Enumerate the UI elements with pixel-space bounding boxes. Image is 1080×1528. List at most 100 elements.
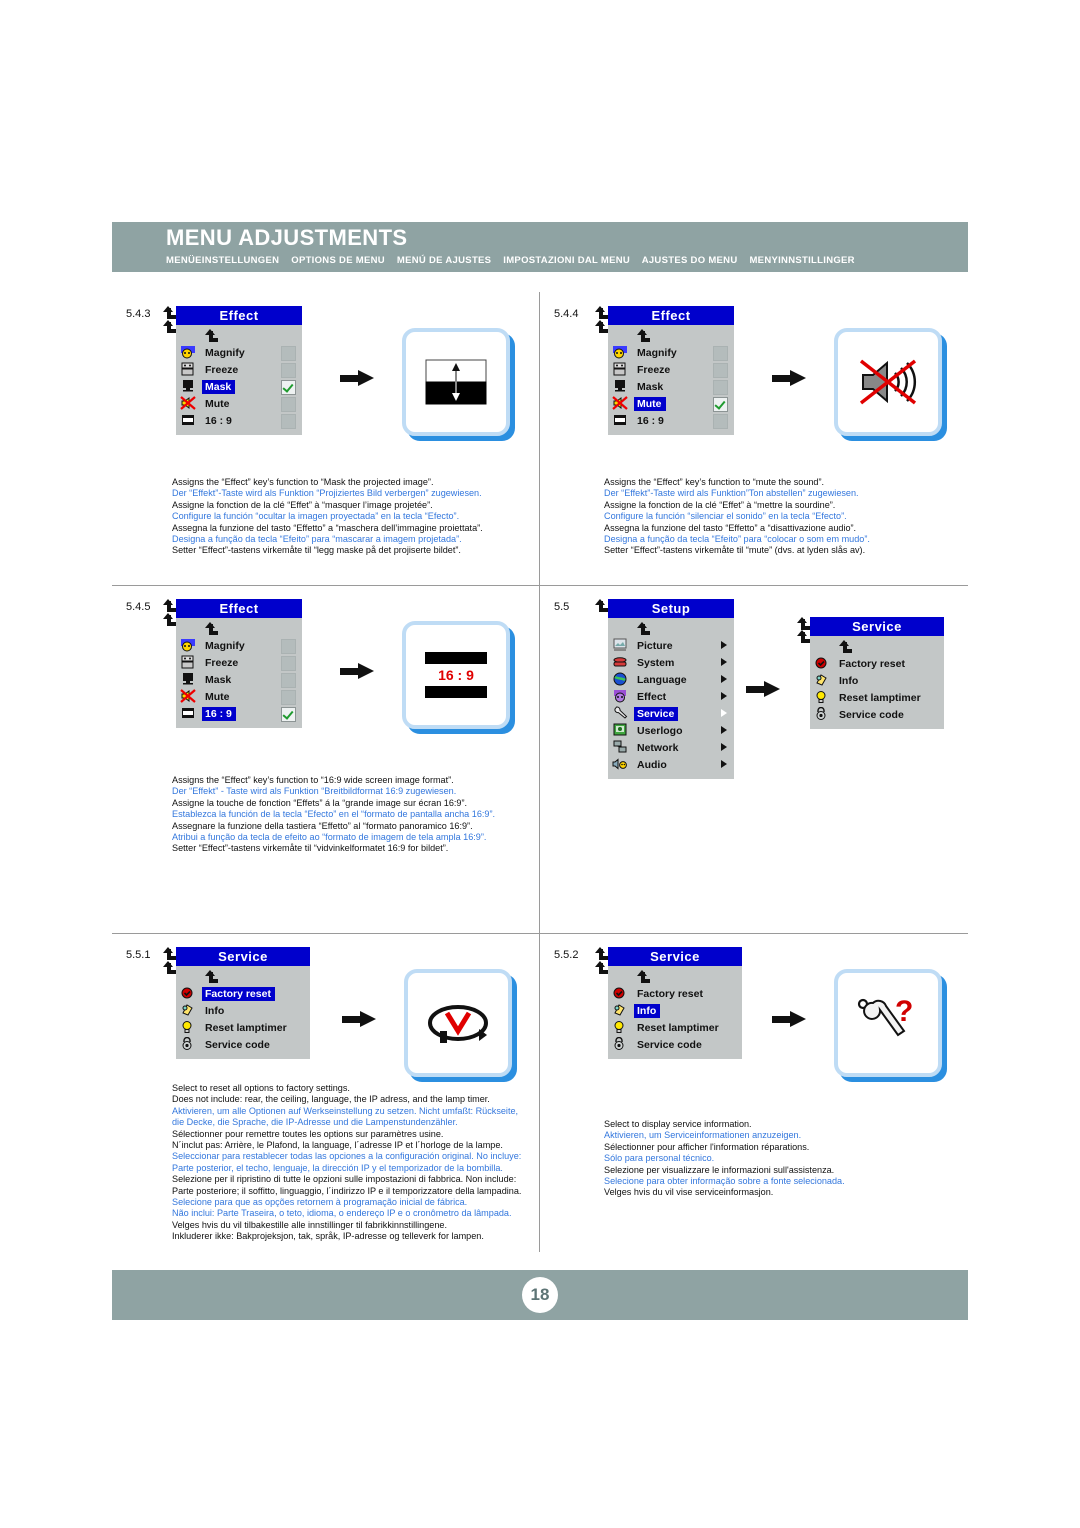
osd-back-row[interactable] bbox=[608, 620, 734, 637]
osd-item-16-9[interactable]: 16 : 9 bbox=[608, 412, 734, 429]
up-arrow-icon bbox=[636, 329, 650, 342]
osd-menu-effect[interactable]: Effect Magnify Freeze Mask Mute 16: 9 bbox=[608, 306, 734, 435]
osd-item-16-9[interactable]: 16 : 9 bbox=[176, 705, 302, 722]
osd-item-reset-lamptimer[interactable]: Reset lamptimer bbox=[608, 1019, 742, 1036]
factory-reset-icon bbox=[612, 986, 631, 1001]
flow-arrow-icon bbox=[772, 370, 806, 386]
osd-title: Service bbox=[176, 947, 310, 966]
osd-item-label: Picture bbox=[637, 639, 673, 652]
back-arrow-icon-2 bbox=[594, 320, 608, 333]
osd-checkbox[interactable] bbox=[281, 414, 296, 429]
osd-checkbox-checked[interactable] bbox=[281, 707, 296, 722]
osd-item-language[interactable]: Language bbox=[608, 671, 734, 688]
osd-item-effect[interactable]: Effect bbox=[608, 688, 734, 705]
osd-item-16-9[interactable]: 16 : 9 bbox=[176, 412, 302, 429]
osd-checkbox[interactable] bbox=[713, 346, 728, 361]
osd-checkbox[interactable] bbox=[281, 363, 296, 378]
osd-checkbox[interactable] bbox=[281, 656, 296, 671]
sections-grid: 5.4.3 Effect Magnify Freeze Mask Mute 16… bbox=[112, 292, 968, 1252]
mask-preview-graphic bbox=[425, 359, 487, 405]
osd-checkbox[interactable] bbox=[713, 380, 728, 395]
osd-back-row[interactable] bbox=[810, 638, 944, 655]
osd-menu-effect[interactable]: Effect Magnify Freeze Mask Mute 16: 9 bbox=[176, 306, 302, 435]
back-arrow-icon bbox=[162, 947, 176, 960]
osd-checkbox[interactable] bbox=[281, 673, 296, 688]
osd-item-mute[interactable]: Mute bbox=[176, 395, 302, 412]
osd-checkbox-checked[interactable] bbox=[281, 380, 296, 395]
osd-item-network[interactable]: Network bbox=[608, 739, 734, 756]
section-5-4-3: 5.4.3 Effect Magnify Freeze Mask Mute 16… bbox=[112, 292, 540, 585]
osd-item-factory-reset[interactable]: Factory reset bbox=[608, 985, 742, 1002]
osd-item-mask[interactable]: Mask bbox=[176, 378, 302, 395]
osd-submenu-service[interactable]: Service Factory reset Info Reset lamptim… bbox=[810, 617, 944, 729]
osd-checkbox[interactable] bbox=[281, 397, 296, 412]
chevron-right-icon bbox=[721, 743, 727, 751]
desc-en: Assigns the “Effect” key’s function to “… bbox=[172, 775, 454, 785]
info-icon bbox=[180, 1003, 199, 1018]
osd-item-system[interactable]: System bbox=[608, 654, 734, 671]
osd-checkbox-checked[interactable] bbox=[713, 397, 728, 412]
osd-item-service-code[interactable]: Service code bbox=[810, 706, 944, 723]
osd-item-magnify[interactable]: Magnify bbox=[176, 637, 302, 654]
osd-item-label: Effect bbox=[637, 690, 667, 703]
desc-en-1: Select to reset all options to factory s… bbox=[172, 1083, 350, 1093]
subtitle-fr: OPTIONS DE MENU bbox=[291, 255, 385, 266]
osd-item-info[interactable]: Info bbox=[810, 672, 944, 689]
osd-item-info[interactable]: Info bbox=[176, 1002, 310, 1019]
osd-back-row[interactable] bbox=[176, 327, 302, 344]
flow-arrow-icon bbox=[340, 663, 374, 679]
freeze-icon bbox=[180, 362, 199, 377]
desc-es: Configure la función “ocultar la imagen … bbox=[172, 511, 460, 522]
osd-menu-effect[interactable]: Effect Magnify Freeze Mask Mute 16: 9 bbox=[176, 599, 302, 728]
osd-item-factory-reset[interactable]: Factory reset bbox=[176, 985, 310, 1002]
osd-item-reset-lamptimer[interactable]: Reset lamptimer bbox=[176, 1019, 310, 1036]
osd-item-label: 16 : 9 bbox=[202, 706, 236, 721]
desc-fr: Assigne la touche de fonction “Effets” á… bbox=[172, 797, 468, 808]
osd-checkbox[interactable] bbox=[713, 414, 728, 429]
osd-menu-setup[interactable]: Setup Picture System Language Effect Ser… bbox=[608, 599, 734, 779]
osd-checkbox[interactable] bbox=[281, 639, 296, 654]
osd-item-mask[interactable]: Mask bbox=[608, 378, 734, 395]
desc-es: Configure la función “silenciar el sonid… bbox=[604, 511, 847, 522]
osd-item-mask[interactable]: Mask bbox=[176, 671, 302, 688]
osd-item-audio[interactable]: Audio bbox=[608, 756, 734, 773]
osd-checkbox[interactable] bbox=[713, 363, 728, 378]
factory-reset-icon bbox=[814, 656, 833, 671]
osd-item-freeze[interactable]: Freeze bbox=[608, 361, 734, 378]
osd-item-label: Language bbox=[637, 673, 687, 686]
osd-item-freeze[interactable]: Freeze bbox=[176, 361, 302, 378]
osd-item-factory-reset[interactable]: Factory reset bbox=[810, 655, 944, 672]
osd-item-label: 16 : 9 bbox=[205, 414, 232, 427]
info-icon bbox=[612, 1003, 631, 1018]
osd-item-freeze[interactable]: Freeze bbox=[176, 654, 302, 671]
page-number: 18 bbox=[522, 1277, 558, 1313]
osd-item-magnify[interactable]: Magnify bbox=[176, 344, 302, 361]
osd-back-row[interactable] bbox=[176, 968, 310, 985]
osd-item-service[interactable]: Service bbox=[608, 705, 734, 722]
osd-item-picture[interactable]: Picture bbox=[608, 637, 734, 654]
osd-title: Setup bbox=[608, 599, 734, 618]
chevron-right-icon bbox=[721, 760, 727, 768]
section-5-5-2: 5.5.2 Service Factory reset Info Reset l… bbox=[540, 933, 968, 1252]
osd-item-mute[interactable]: Mute bbox=[608, 395, 734, 412]
osd-back-row[interactable] bbox=[176, 620, 302, 637]
osd-back-row[interactable] bbox=[608, 327, 734, 344]
osd-item-info[interactable]: Info bbox=[608, 1002, 742, 1019]
osd-item-service-code[interactable]: Service code bbox=[608, 1036, 742, 1053]
osd-back-row[interactable] bbox=[608, 968, 742, 985]
osd-checkbox[interactable] bbox=[281, 346, 296, 361]
osd-item-userlogo[interactable]: Userlogo bbox=[608, 722, 734, 739]
osd-checkbox[interactable] bbox=[281, 690, 296, 705]
osd-item-service-code[interactable]: Service code bbox=[176, 1036, 310, 1053]
osd-item-magnify[interactable]: Magnify bbox=[608, 344, 734, 361]
subtitle-no: MENYINNSTILLINGER bbox=[749, 255, 855, 266]
up-arrow-icon bbox=[636, 970, 650, 983]
osd-item-mute[interactable]: Mute bbox=[176, 688, 302, 705]
osd-menu-service[interactable]: Service Factory reset Info Reset lamptim… bbox=[608, 947, 742, 1059]
osd-menu-service[interactable]: Service Factory reset Info Reset lamptim… bbox=[176, 947, 310, 1059]
osd-item-reset-lamptimer[interactable]: Reset lamptimer bbox=[810, 689, 944, 706]
osd-item-label: Magnify bbox=[205, 346, 245, 359]
desc-fr-1: Sélectionner pour remettre toutes les op… bbox=[172, 1128, 444, 1139]
preview-factory-reset bbox=[404, 969, 512, 1077]
desc-es-1: Seleccionar para restablecer todas las o… bbox=[172, 1151, 522, 1162]
